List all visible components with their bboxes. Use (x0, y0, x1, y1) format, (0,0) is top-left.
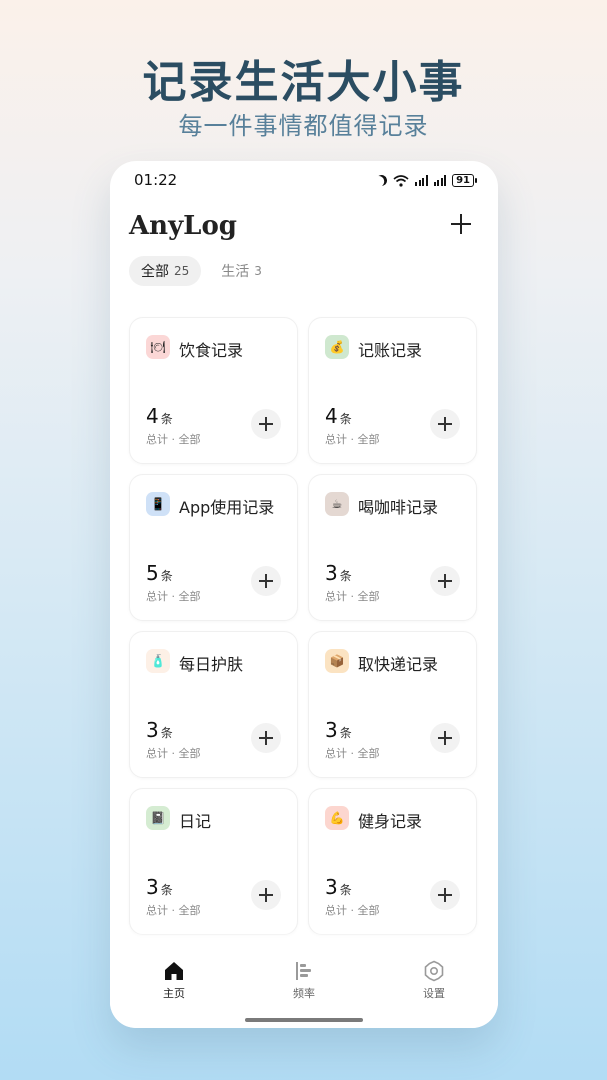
log-card[interactable]: 💰 记账记录 4条 总计 · 全部 (308, 317, 477, 464)
nav-label: 主页 (163, 987, 185, 1000)
log-card[interactable]: 📱 App使用记录 5条 总计 · 全部 (129, 474, 298, 621)
add-entry-button[interactable] (430, 566, 460, 596)
tab-life[interactable]: 生活 3 (209, 256, 274, 286)
add-entry-button[interactable] (430, 880, 460, 910)
card-meta: 总计 · 全部 (325, 904, 380, 917)
card-meta: 总计 · 全部 (325, 433, 380, 446)
add-entry-button[interactable] (430, 409, 460, 439)
card-meta: 总计 · 全部 (325, 590, 380, 603)
hero-title: 记录生活大小事 (142, 57, 465, 108)
log-card[interactable]: 📓 日记 3条 总计 · 全部 (129, 788, 298, 935)
category-tabs: 全部 25 生活 3 (129, 256, 274, 286)
log-card[interactable]: 📦 取快递记录 3条 总计 · 全部 (308, 631, 477, 778)
log-card[interactable]: 🧴 每日护肤 3条 总计 · 全部 (129, 631, 298, 778)
card-name: 每日护肤 (179, 655, 244, 674)
card-name: 饮食记录 (179, 341, 244, 360)
money-bag-icon: 💰 (325, 335, 349, 359)
battery-icon: 91 (452, 174, 477, 187)
card-meta: 总计 · 全部 (146, 747, 201, 760)
home-icon (165, 962, 183, 980)
status-bar: 01:22 91 (110, 171, 498, 193)
card-meta: 总计 · 全部 (146, 904, 201, 917)
card-name: App使用记录 (179, 498, 275, 517)
wifi-icon (393, 174, 409, 187)
gear-icon (424, 960, 444, 982)
card-count: 3条 (146, 875, 173, 899)
card-name: 记账记录 (358, 341, 423, 360)
card-meta: 总计 · 全部 (146, 433, 201, 446)
bar-chart-icon (296, 962, 311, 980)
nav-label: 频率 (293, 987, 315, 1000)
status-time: 01:22 (134, 171, 178, 189)
tab-count: 25 (174, 264, 190, 278)
card-count: 3条 (325, 875, 352, 899)
status-icons: 91 (375, 173, 477, 187)
app-title: AnyLog (129, 211, 237, 241)
nav-settings[interactable]: 设置 (394, 960, 474, 1001)
lotion-icon: 🧴 (146, 649, 170, 673)
card-name: 喝咖啡记录 (358, 498, 439, 517)
nav-frequency[interactable]: 频率 (264, 960, 344, 1001)
card-meta: 总计 · 全部 (325, 747, 380, 760)
add-entry-button[interactable] (251, 566, 281, 596)
hero-subtitle: 每一件事情都值得记录 (178, 112, 429, 140)
card-count: 4条 (146, 404, 173, 428)
flexed-arm-icon: 💪 (325, 806, 349, 830)
add-entry-button[interactable] (251, 409, 281, 439)
home-indicator[interactable] (245, 1018, 363, 1022)
nav-home[interactable]: 主页 (134, 960, 214, 1001)
plus-icon[interactable] (450, 213, 472, 235)
coffee-icon: ☕ (325, 492, 349, 516)
phone-icon: 📱 (146, 492, 170, 516)
tab-label: 生活 (221, 264, 250, 280)
signal-icon (433, 175, 447, 186)
log-card-grid: 🍽 饮食记录 4条 总计 · 全部 💰 记账记录 4条 总计 · 全部 📱 Ap… (129, 317, 479, 935)
card-count: 3条 (146, 718, 173, 742)
notebook-icon: 📓 (146, 806, 170, 830)
card-name: 健身记录 (358, 812, 423, 831)
card-meta: 总计 · 全部 (146, 590, 201, 603)
phone-screen: 01:22 91 AnyLog 全部 25 生活 3 🍽 饮食记录 4 条 总计… (110, 161, 498, 1028)
nav-label: 设置 (423, 987, 445, 1000)
card-count: 3条 (325, 561, 352, 585)
add-entry-button[interactable] (251, 880, 281, 910)
signal-icon (415, 175, 428, 186)
log-card[interactable]: ☕ 喝咖啡记录 3条 总计 · 全部 (308, 474, 477, 621)
card-count: 3条 (325, 718, 352, 742)
tab-label: 全部 (141, 264, 169, 280)
bottom-nav: 主页 频率 设置 (110, 944, 498, 1028)
add-entry-button[interactable] (251, 723, 281, 753)
utensils-icon: 🍽 (146, 335, 170, 359)
tab-count: 3 (254, 264, 262, 278)
card-count: 5条 (146, 561, 173, 585)
card-name: 日记 (179, 812, 212, 831)
tab-all[interactable]: 全部 25 (129, 256, 202, 286)
add-entry-button[interactable] (430, 723, 460, 753)
log-card[interactable]: 💪 健身记录 3条 总计 · 全部 (308, 788, 477, 935)
card-count: 4条 (325, 404, 352, 428)
package-icon: 📦 (325, 649, 349, 673)
log-card[interactable]: 🍽 饮食记录 4条 总计 · 全部 (129, 317, 298, 464)
moon-icon (375, 173, 389, 187)
card-name: 取快递记录 (358, 655, 439, 674)
